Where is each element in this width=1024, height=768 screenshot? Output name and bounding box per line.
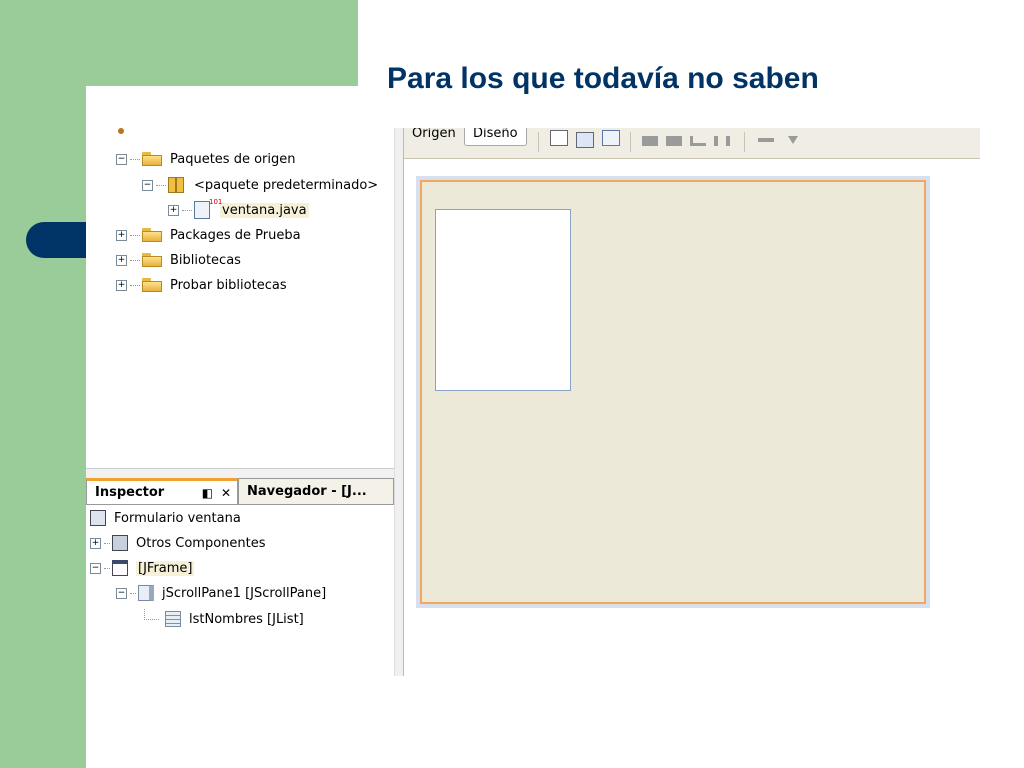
tree-item-paquetes-origen[interactable]: − Paquetes de origen xyxy=(116,149,296,169)
package-icon xyxy=(168,177,184,193)
expand-icon[interactable]: + xyxy=(90,537,101,549)
jlist-component[interactable] xyxy=(435,209,571,391)
collapse-icon[interactable]: − xyxy=(90,562,101,574)
editor-divider xyxy=(394,128,404,676)
tree-item-paquete-predeterminado[interactable]: − <paquete predeterminado> xyxy=(142,175,378,195)
slide-blue-accent xyxy=(26,222,86,258)
slide-green-band-left xyxy=(0,0,86,768)
tree-item-bibliotecas[interactable]: + Bibliotecas xyxy=(116,250,241,270)
jframe-form[interactable] xyxy=(420,180,926,604)
java-file-icon xyxy=(194,198,222,219)
inspector-item-jscrollpane1[interactable]: − jScrollPane1 [JScrollPane] xyxy=(116,583,326,603)
editor-toolbar: Origen Diseño xyxy=(404,128,980,159)
bottom-panel-tabs: Inspector ◧ ✕ Navegador - [J... xyxy=(86,478,394,505)
inspector-item-label: Otros Componentes xyxy=(136,535,266,551)
tree-item-probar-bibliotecas[interactable]: + Probar bibliotecas xyxy=(116,275,287,295)
collapse-icon[interactable]: − xyxy=(142,179,153,191)
tree-item-label: <paquete predeterminado> xyxy=(194,177,379,193)
inspector-item-lstnombres[interactable]: lstNombres [JList] xyxy=(144,608,304,629)
align-right-icon[interactable] xyxy=(666,136,682,146)
inspector-item-formulario[interactable]: Formulario ventana xyxy=(90,508,241,528)
tab-navegador[interactable]: Navegador - [J... xyxy=(238,478,394,504)
resize-vertical-icon[interactable] xyxy=(788,136,798,144)
selection-mode-icon[interactable] xyxy=(550,130,568,146)
expand-icon[interactable]: + xyxy=(116,254,127,266)
minimize-icon[interactable]: ◧ xyxy=(202,486,213,500)
scrollpane-icon xyxy=(138,585,154,601)
jframe-icon xyxy=(112,560,128,576)
jlist-icon xyxy=(165,611,181,627)
preview-icon[interactable] xyxy=(602,130,620,146)
align-center-horizontal-icon[interactable] xyxy=(690,136,706,146)
diseno-button[interactable]: Diseño xyxy=(464,128,527,146)
inspector-item-jframe[interactable]: − [JFrame] xyxy=(90,558,195,578)
project-tree-panel: − Paquetes de origen − <paquete predeter… xyxy=(86,128,395,468)
expand-icon[interactable]: + xyxy=(116,229,127,241)
collapse-icon[interactable]: − xyxy=(116,153,127,165)
expand-icon[interactable]: + xyxy=(116,279,127,291)
align-left-icon[interactable] xyxy=(642,136,658,146)
slide-title: Para los que todavía no saben xyxy=(387,62,819,95)
connection-mode-icon[interactable] xyxy=(576,132,594,148)
tab-inspector[interactable]: Inspector ◧ ✕ xyxy=(86,478,238,504)
close-icon[interactable]: ✕ xyxy=(221,486,231,500)
tree-item-label: ventana.java xyxy=(220,202,309,218)
inspector-panel: Formulario ventana + Otros Componentes −… xyxy=(86,505,395,676)
form-icon xyxy=(90,510,106,526)
components-icon xyxy=(112,535,128,551)
tree-item-label: Probar bibliotecas xyxy=(170,277,287,293)
origen-button[interactable]: Origen xyxy=(404,128,464,146)
inspector-item-label: jScrollPane1 [JScrollPane] xyxy=(162,585,327,601)
netbeans-screenshot: − Paquetes de origen − <paquete predeter… xyxy=(86,128,980,676)
tree-item-label: Bibliotecas xyxy=(170,252,241,268)
inspector-item-label: Formulario ventana xyxy=(114,510,241,526)
project-root-icon xyxy=(118,128,124,134)
folder-icon xyxy=(142,228,162,242)
expand-icon[interactable]: + xyxy=(168,204,179,216)
collapse-icon[interactable]: − xyxy=(116,587,127,599)
align-bottom-icon[interactable] xyxy=(714,136,730,146)
library-folder-icon xyxy=(142,278,162,292)
tree-item-label: Paquetes de origen xyxy=(170,151,296,167)
tab-label: Inspector xyxy=(95,485,165,500)
folder-icon xyxy=(142,152,162,166)
tab-label: Navegador - [J... xyxy=(247,484,367,499)
inspector-item-label: [JFrame] xyxy=(136,560,195,576)
inspector-item-label: lstNombres [JList] xyxy=(189,611,304,627)
tree-item-ventana-java[interactable]: + ventana.java xyxy=(168,198,309,220)
resize-horizontal-icon[interactable] xyxy=(758,138,774,142)
tree-item-packages-prueba[interactable]: + Packages de Prueba xyxy=(116,225,301,245)
inspector-item-otros-componentes[interactable]: + Otros Componentes xyxy=(90,533,266,553)
design-canvas[interactable] xyxy=(404,159,980,676)
library-folder-icon xyxy=(142,253,162,267)
tree-item-label: Packages de Prueba xyxy=(170,227,301,243)
